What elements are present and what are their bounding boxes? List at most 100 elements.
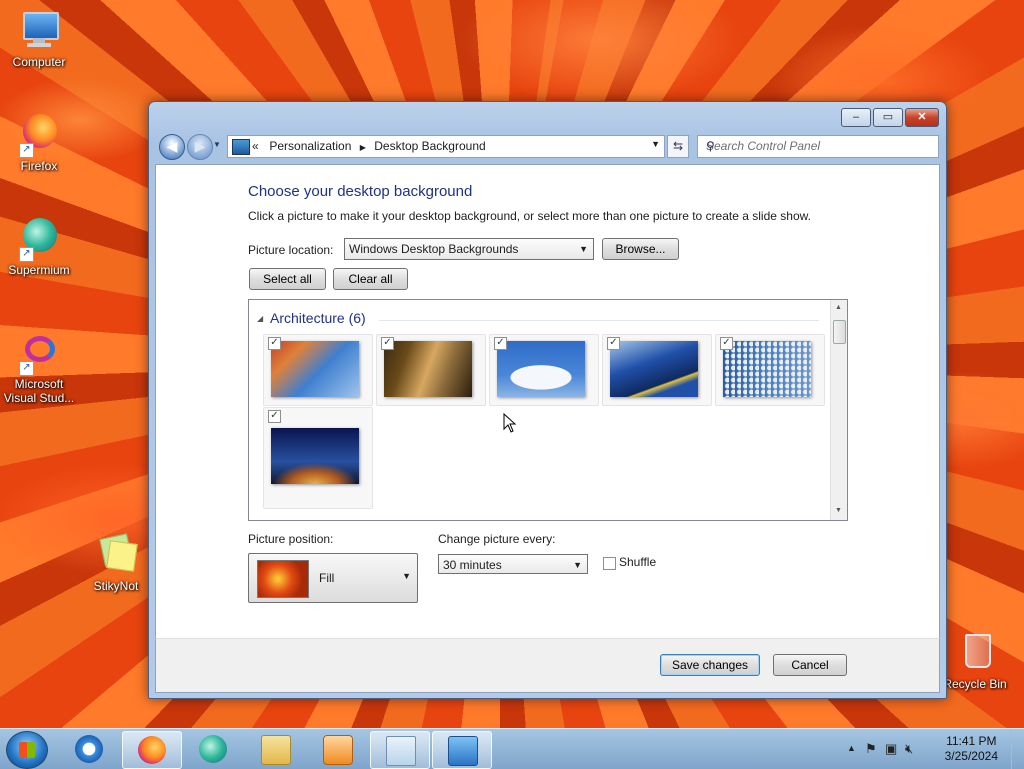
notepad-icon	[386, 736, 416, 766]
media-player-icon	[323, 735, 353, 765]
wallpaper-tile[interactable]: ✓	[376, 334, 486, 406]
back-button[interactable]: ◀	[159, 134, 185, 160]
tile-checkbox[interactable]: ✓	[381, 337, 394, 350]
refresh-icon: ⇆	[672, 139, 684, 153]
mouse-cursor-icon	[503, 413, 517, 433]
wallpaper-tile[interactable]: ✓	[489, 334, 599, 406]
shuffle-label[interactable]: Shuffle	[619, 555, 656, 569]
firefox-icon: ↗	[17, 112, 61, 158]
page-description: Click a picture to make it your desktop …	[248, 209, 811, 223]
clock-time: 11:41 PM	[946, 734, 997, 748]
desktop-icon-recycle-bin[interactable]: Recycle Bin	[937, 630, 1013, 691]
page-title: Choose your desktop background	[248, 183, 473, 200]
address-dropdown-icon[interactable]: ▼	[651, 139, 660, 149]
file-explorer-icon	[261, 735, 291, 765]
tile-checkbox[interactable]: ✓	[720, 337, 733, 350]
sticky-notes-icon	[94, 532, 138, 576]
desktop-icon-computer[interactable]: Computer	[1, 8, 77, 69]
search-icon[interactable]: ⚲	[706, 139, 933, 153]
control-panel-icon	[232, 139, 250, 155]
navigation-bar: ◀ ▶ ▼ « Personalization ▶ Desktop Backgr…	[155, 132, 940, 160]
shortcut-arrow-icon: ↗	[19, 143, 34, 158]
desktop-icon-label: Firefox	[20, 159, 58, 173]
desktop-background-window: – ▭ ✕ ◀ ▶ ▼ « Personalization ▶ Desktop …	[148, 101, 947, 699]
group-divider	[379, 320, 819, 321]
group-header-architecture[interactable]: Architecture (6)	[270, 310, 366, 326]
desktop-icon-supermium[interactable]: ↗ Supermium	[1, 216, 77, 277]
wallpaper-tile[interactable]: ✓	[715, 334, 825, 406]
tile-checkbox[interactable]: ✓	[268, 410, 281, 423]
wallpaper-thumbnail	[610, 341, 698, 397]
content-area: Choose your desktop background Click a p…	[155, 164, 940, 639]
taskbar-media-player[interactable]	[308, 731, 366, 767]
desktop-icon-label: Recycle Bin	[943, 677, 1007, 691]
close-button[interactable]: ✕	[905, 108, 939, 127]
wallpaper-thumbnail	[497, 341, 585, 397]
breadcrumb-personalization[interactable]: Personalization	[269, 139, 351, 153]
wallpaper-tile[interactable]: ✓	[263, 407, 373, 509]
show-hidden-icons-button[interactable]: ▲	[847, 743, 856, 753]
taskbar-file-explorer[interactable]	[246, 731, 304, 767]
shuffle-checkbox[interactable]	[603, 557, 616, 570]
picture-position-value: Fill	[319, 571, 335, 585]
maximize-button[interactable]: ▭	[873, 108, 903, 127]
breadcrumb-desktop-background[interactable]: Desktop Background	[374, 139, 485, 153]
desktop: Computer ↗ Firefox ↗ Supermium ↗ Microso…	[0, 0, 1024, 728]
refresh-button[interactable]: ⇆	[667, 135, 689, 158]
cancel-button[interactable]: Cancel	[773, 654, 847, 676]
picture-location-select[interactable]: Windows Desktop Backgrounds ▼	[344, 238, 594, 260]
taskbar-control-panel[interactable]	[432, 731, 492, 769]
taskbar-internet-explorer[interactable]	[60, 731, 118, 767]
taskbar-firefox[interactable]	[122, 731, 182, 769]
network-icon[interactable]: ▣	[885, 741, 897, 757]
collapse-group-icon[interactable]: ◢	[257, 314, 263, 323]
desktop-icon-firefox[interactable]: ↗ Firefox	[1, 112, 77, 173]
chevron-down-icon: ▼	[402, 571, 411, 581]
change-picture-interval-select[interactable]: 30 minutes ▼	[438, 554, 588, 574]
wallpaper-tile[interactable]: ✓	[263, 334, 373, 406]
internet-explorer-icon	[75, 735, 103, 763]
breadcrumb-overflow[interactable]: «	[252, 139, 259, 153]
desktop-icon-label: Supermium	[8, 263, 70, 277]
clear-all-button[interactable]: Clear all	[333, 268, 408, 290]
recent-pages-dropdown[interactable]: ▼	[213, 140, 221, 149]
breadcrumb-separator-icon[interactable]: ▶	[360, 143, 366, 152]
taskbar-supermium[interactable]	[184, 731, 242, 767]
search-input[interactable]: Search Control Panel ⚲	[697, 135, 939, 158]
back-arrow-icon: ◀	[166, 138, 178, 154]
action-center-flag-icon[interactable]: ⚑	[865, 741, 877, 757]
wallpaper-thumbnail	[271, 428, 359, 484]
supermium-icon: ↗	[17, 216, 61, 262]
visual-studio-icon: ↗	[17, 330, 61, 376]
scroll-down-icon[interactable]: ▼	[835, 507, 842, 514]
clock-date: 3/25/2024	[944, 749, 998, 763]
wallpaper-tile[interactable]: ✓	[602, 334, 712, 406]
wallpaper-thumbnail	[271, 341, 359, 397]
volume-muted-icon[interactable]: 🔇︎	[905, 741, 913, 757]
desktop-icon-label: Microsoft Visual Stud...	[3, 377, 75, 405]
desktop-icon-stickynotes[interactable]: StikyNot	[78, 532, 154, 593]
tile-checkbox[interactable]: ✓	[268, 337, 281, 350]
chevron-down-icon: ▼	[579, 244, 588, 254]
position-preview-thumbnail	[257, 560, 309, 598]
tile-checkbox[interactable]: ✓	[607, 337, 620, 350]
desktop-icon-visual-studio[interactable]: ↗ Microsoft Visual Stud...	[1, 330, 77, 405]
save-changes-button[interactable]: Save changes	[660, 654, 760, 676]
minimize-button[interactable]: –	[841, 108, 871, 127]
vertical-scrollbar[interactable]: ▲ ▼	[830, 300, 847, 520]
taskbar-notepad[interactable]	[370, 731, 430, 769]
address-bar[interactable]: « Personalization ▶ Desktop Background ▼	[227, 135, 665, 158]
scroll-up-icon[interactable]: ▲	[835, 304, 842, 311]
clock[interactable]: 11:41 PM 3/25/2024	[945, 734, 998, 764]
taskbar: ▲ ⚑ ▣ 🔇︎ 11:41 PM 3/25/2024	[0, 728, 1024, 769]
picture-position-select[interactable]: Fill ▼	[248, 553, 418, 603]
start-button[interactable]	[6, 731, 48, 769]
supermium-icon	[199, 735, 227, 763]
forward-button[interactable]: ▶	[187, 134, 213, 160]
show-desktop-button[interactable]	[1011, 729, 1024, 769]
scrollbar-thumb[interactable]	[833, 320, 846, 344]
browse-button[interactable]: Browse...	[602, 238, 679, 260]
picture-gallery[interactable]: ◢ Architecture (6) ✓ ✓ ✓ ✓ ✓ ✓ ▲ ▼	[248, 299, 848, 521]
tile-checkbox[interactable]: ✓	[494, 337, 507, 350]
select-all-button[interactable]: Select all	[249, 268, 326, 290]
